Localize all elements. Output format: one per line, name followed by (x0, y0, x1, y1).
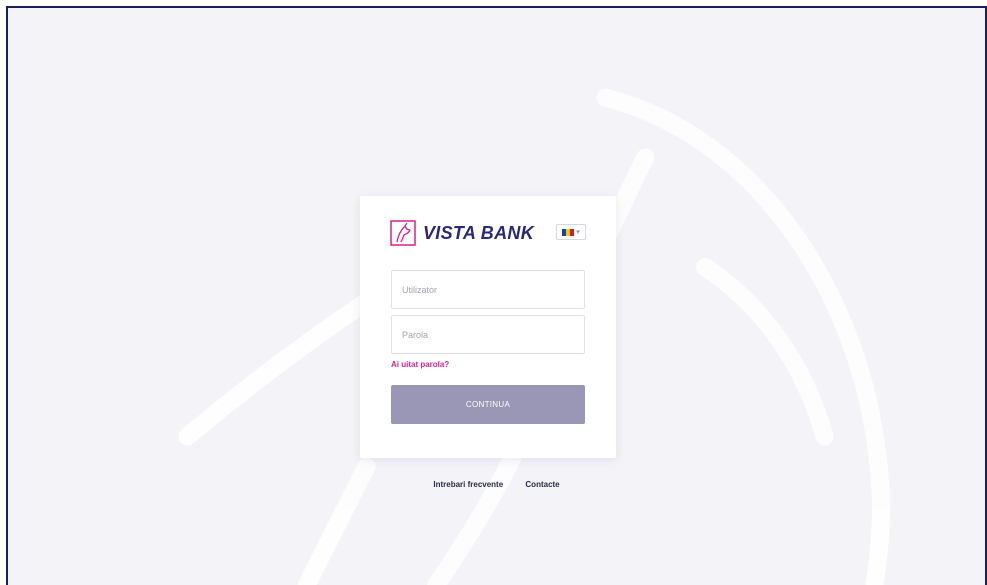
horse-head-logo-icon (390, 220, 416, 246)
brand-logo: VISTA BANK (390, 220, 534, 246)
forgot-password-link[interactable]: Ai uitat parola? (391, 360, 449, 369)
footer-links: Intrebari frecvente Contacte (8, 480, 985, 489)
contacts-link[interactable]: Contacte (525, 480, 559, 489)
language-selector[interactable]: ▾ (556, 224, 586, 240)
login-card: VISTA BANK ▾ Ai uitat parola? CONTINUA (360, 196, 616, 458)
username-input[interactable] (391, 270, 585, 309)
brand-name: VISTA BANK (423, 222, 534, 243)
faq-link[interactable]: Intrebari frecvente (433, 480, 503, 489)
password-input[interactable] (391, 315, 585, 354)
ro-flag-icon (562, 228, 575, 236)
page-frame: VISTA BANK ▾ Ai uitat parola? CONTINUA I… (6, 6, 987, 585)
chevron-down-icon: ▾ (576, 228, 580, 236)
continue-button[interactable]: CONTINUA (391, 385, 585, 424)
